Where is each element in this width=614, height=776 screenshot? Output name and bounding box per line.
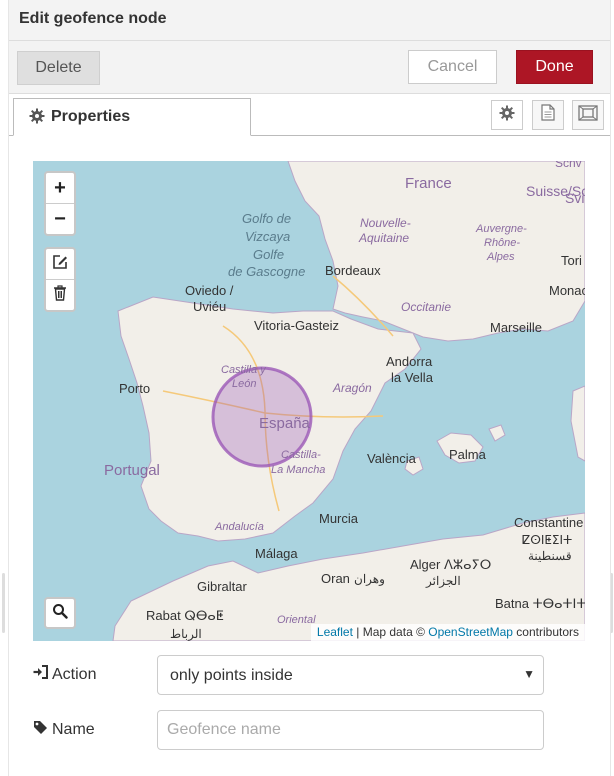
draw-toolbar bbox=[44, 247, 76, 312]
map-label: Tori bbox=[561, 253, 582, 268]
map-label: Andorra bbox=[386, 354, 433, 369]
map-view[interactable]: France Suisse/Sc Svi Schv Golfo de Vizca… bbox=[33, 161, 585, 641]
zoom-out-button[interactable]: − bbox=[46, 203, 74, 234]
leaflet-link[interactable]: Leaflet bbox=[317, 625, 353, 639]
map-label: الجزائر bbox=[425, 574, 461, 588]
map-label: Málaga bbox=[255, 546, 298, 561]
sign-in-icon bbox=[33, 665, 48, 684]
action-select-value: only points inside bbox=[170, 667, 293, 684]
map-label: الرباط bbox=[170, 627, 202, 641]
map-label: Castilla y bbox=[221, 364, 267, 376]
tray-header: Edit geofence node bbox=[9, 0, 610, 41]
name-input[interactable] bbox=[157, 710, 544, 750]
map-label: Aragón bbox=[332, 381, 372, 395]
map-label: Oviedo / bbox=[185, 283, 234, 298]
zoom-in-button[interactable]: + bbox=[46, 173, 74, 203]
trash-icon bbox=[53, 284, 67, 307]
action-label: Action bbox=[33, 665, 96, 684]
map-label: Constantine bbox=[514, 515, 583, 530]
map-attribution: Leaflet | Map data © OpenStreetMap contr… bbox=[310, 624, 585, 641]
map-label: Palma bbox=[449, 447, 487, 462]
tab-label: Properties bbox=[51, 108, 131, 125]
map-label: Monac bbox=[549, 283, 585, 298]
map-label: Vizcaya bbox=[245, 229, 290, 244]
tag-icon bbox=[33, 720, 48, 740]
map-label: Alpes bbox=[486, 251, 515, 263]
edit-icon bbox=[52, 253, 68, 276]
name-label: Name bbox=[33, 720, 95, 740]
map-label: Rhône- bbox=[484, 237, 520, 249]
tab-properties[interactable]: Properties bbox=[13, 98, 251, 136]
map-tiles: France Suisse/Sc Svi Schv Golfo de Vizca… bbox=[33, 161, 585, 641]
map-label: León bbox=[232, 378, 256, 390]
tab-bar: Properties bbox=[9, 94, 610, 136]
document-icon bbox=[541, 104, 555, 126]
map-label: Aquitaine bbox=[358, 231, 409, 245]
map-search-button[interactable] bbox=[44, 597, 76, 629]
map-label: France bbox=[405, 175, 452, 192]
edit-layers-button[interactable] bbox=[46, 249, 74, 279]
tray-toolbar: Delete Cancel Done bbox=[9, 41, 610, 94]
map-label: Oran bbox=[321, 571, 350, 586]
map-label: Nouvelle- bbox=[360, 216, 411, 230]
map-label: Portugal bbox=[104, 462, 160, 479]
search-icon bbox=[52, 603, 68, 624]
cancel-button[interactable]: Cancel bbox=[408, 50, 497, 84]
map-label: València bbox=[367, 451, 417, 466]
resize-handle-left[interactable] bbox=[2, 573, 5, 633]
map-label: Marseille bbox=[490, 320, 542, 335]
map-label: Vitoria-Gasteiz bbox=[254, 318, 339, 333]
node-appearance-tab-button[interactable] bbox=[572, 100, 604, 130]
node-description-tab-button[interactable] bbox=[532, 100, 564, 130]
action-label-text: Action bbox=[52, 665, 97, 683]
map-label: de Gascogne bbox=[228, 264, 305, 279]
node-settings-tab-button[interactable] bbox=[491, 100, 523, 130]
delete-button[interactable]: Delete bbox=[17, 51, 100, 85]
map-label: Rabat ⵕⴱⴰⵟ bbox=[146, 608, 224, 623]
map-label: Castilla- bbox=[281, 449, 321, 461]
done-button[interactable]: Done bbox=[516, 50, 593, 84]
zoom-control: + − bbox=[44, 171, 76, 236]
gear-icon bbox=[499, 105, 515, 126]
map-label: la Vella bbox=[391, 370, 434, 385]
map-label: Batna ⵜⴱⴰⵜⵏⵜ bbox=[495, 596, 585, 611]
delete-layers-button[interactable] bbox=[46, 279, 74, 310]
map-label: Schv bbox=[555, 161, 582, 170]
openstreetmap-link[interactable]: OpenStreetMap bbox=[428, 625, 513, 639]
action-select[interactable]: only points inside ▼ bbox=[157, 655, 544, 695]
map-label: Alger ⴷⵣⴰⵢⵔ bbox=[410, 557, 491, 572]
map-label: Murcia bbox=[319, 511, 359, 526]
action-row: Action only points inside ▼ bbox=[33, 654, 545, 696]
map-label: La Mancha bbox=[271, 464, 325, 476]
map-label: Andalucía bbox=[214, 521, 264, 533]
tray-title: Edit geofence node bbox=[19, 10, 167, 27]
map-label: Occitanie bbox=[401, 300, 451, 314]
map-label: Auvergne- bbox=[475, 223, 527, 235]
map-label: Uviéu bbox=[193, 299, 226, 314]
gear-icon bbox=[29, 108, 45, 129]
map-label: Svi bbox=[565, 190, 584, 206]
name-label-text: Name bbox=[52, 721, 95, 738]
layout-icon bbox=[578, 104, 598, 126]
caret-down-icon: ▼ bbox=[523, 667, 535, 681]
map-label: ⵇⵙⵏⵟⵉⵏⵜ bbox=[522, 533, 572, 547]
map-label: وهران bbox=[354, 572, 385, 586]
name-row: Name bbox=[33, 709, 545, 751]
map-label: España bbox=[259, 415, 311, 432]
attribution-text: | Map data © bbox=[352, 625, 429, 639]
map-label: Bordeaux bbox=[325, 263, 381, 278]
map-label: Golfo de bbox=[242, 211, 291, 226]
attribution-tail: contributors bbox=[512, 625, 579, 639]
map-label: Golfe bbox=[253, 247, 284, 262]
map-label: Porto bbox=[119, 381, 150, 396]
map-label: قسنطينة bbox=[528, 549, 572, 563]
map-label: Gibraltar bbox=[197, 579, 248, 594]
